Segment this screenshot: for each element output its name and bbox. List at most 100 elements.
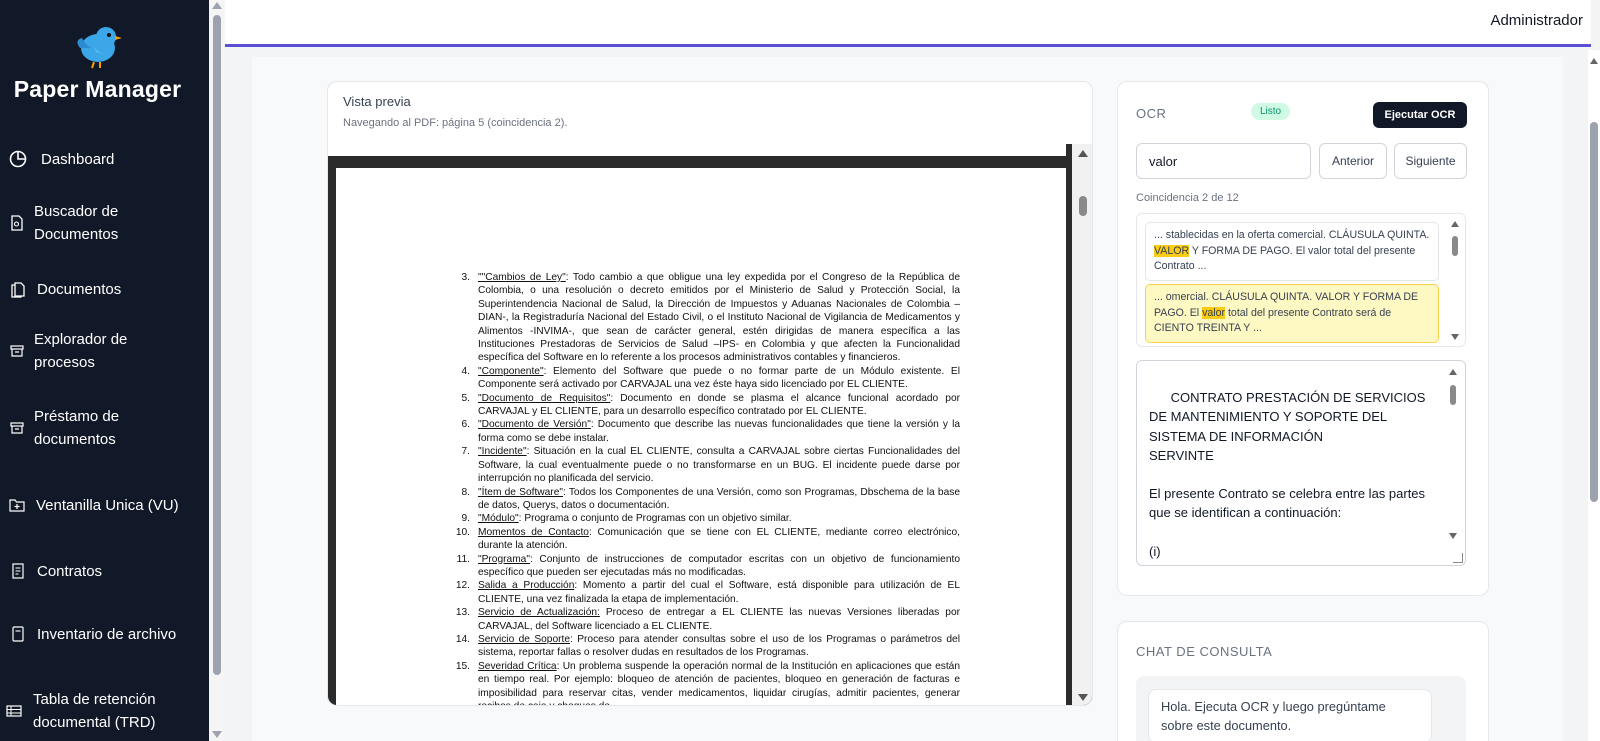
sidebar-item-label: Documentos [37, 280, 122, 298]
status-badge: Listo [1251, 103, 1291, 120]
document-definition-item: 4. "Componente": Elemento del Software qu… [450, 365, 961, 392]
preview-card: Vista previa Navegando al PDF: página 5 … [327, 81, 1093, 706]
previous-match-button[interactable]: Anterior [1319, 143, 1387, 179]
item-text: Salida a Producción: Momento a partir de… [478, 579, 960, 606]
pdf-viewer[interactable]: 3. ""Cambios de Ley": Todo cambio a que o… [328, 144, 1092, 705]
item-number: 14. [455, 633, 470, 645]
text-scroll-thumb[interactable] [1450, 385, 1456, 405]
top-bar: Administrador [225, 0, 1591, 47]
archive-icon [8, 419, 26, 437]
sidebar-item-dashboard[interactable]: Dashboard [0, 146, 200, 172]
scroll-up-icon[interactable] [212, 2, 222, 9]
ocr-text-content: CONTRATO PRESTACIÓN DE SERVICIOS DE MANT… [1149, 390, 1426, 559]
scroll-down-icon[interactable] [1451, 334, 1459, 340]
item-term: Servicio de Soporte [478, 633, 571, 645]
run-ocr-button[interactable]: Ejecutar OCR [1373, 102, 1467, 128]
next-match-button[interactable]: Siguiente [1394, 143, 1467, 179]
item-term: "Programa" [478, 553, 530, 565]
item-text: "Ítem de Software": Todos los Componente… [478, 486, 960, 513]
search-result-item[interactable]: ... stablecidas en la oferta comercial. … [1145, 222, 1439, 281]
search-results-list: ... stablecidas en la oferta comercial. … [1136, 213, 1466, 347]
pdf-page: 3. ""Cambios de Ley": Todo cambio a que o… [336, 168, 1066, 705]
item-number: 8. [461, 486, 471, 498]
contract-icon [9, 562, 27, 580]
item-definition: : Elemento del Software que puede o no f… [478, 365, 960, 391]
sidebar-item-contratos[interactable]: Contratos [0, 558, 200, 584]
sidebar-item-label: Dashboard [41, 150, 115, 168]
pdf-page-text: 3. ""Cambios de Ley": Todo cambio a que o… [450, 271, 961, 705]
result-match-highlight: VALOR [1154, 244, 1190, 257]
sidebar-item-trd[interactable]: Tabla de retención documental (TRD) [0, 688, 200, 734]
item-number: 11. [456, 553, 470, 565]
item-term: "Documento de Versión" [478, 419, 591, 431]
inventory-icon [9, 625, 27, 643]
item-term: "Incidente" [478, 446, 527, 458]
folder-plus-icon [8, 496, 26, 514]
scroll-up-icon[interactable] [1590, 58, 1598, 64]
sidebar-item-inventario[interactable]: Inventario de archivo [0, 611, 200, 657]
document-definition-item: 3. ""Cambios de Ley": Todo cambio a que o… [450, 271, 961, 365]
page-scrollbar[interactable] [1588, 50, 1600, 741]
sidebar-item-buscador[interactable]: Buscador de Documentos [0, 200, 200, 246]
pdf-scrollbar[interactable] [1072, 144, 1092, 705]
ocr-panel: OCR Listo Ejecutar OCR Anterior Siguient… [1117, 81, 1489, 596]
sidebar-scrollbar[interactable] [209, 0, 225, 741]
scroll-down-icon[interactable] [1078, 694, 1088, 701]
item-number: 7. [461, 446, 471, 458]
document-definition-item: 14. Servicio de Soporte: Proceso para ate… [450, 633, 960, 660]
sidebar-item-explorador[interactable]: Explorador de procesos [0, 328, 200, 374]
item-term: Severidad Crítica [478, 660, 557, 672]
item-text: "Componente": Elemento del Software que … [478, 365, 960, 392]
chat-message: Hola. Ejecuta OCR y luego pregúntame sob… [1148, 689, 1432, 741]
sidebar-scroll-thumb[interactable] [213, 15, 221, 675]
document-definition-item: 9. "Módulo": Programa o conjunto de Progr… [450, 512, 960, 525]
user-menu[interactable]: Administrador [1490, 12, 1583, 29]
bird-logo-icon [76, 27, 122, 69]
app-title: Paper Manager [13, 76, 182, 102]
sidebar-item-documentos[interactable]: Documentos [0, 276, 200, 302]
item-text: "Módulo": Programa o conjunto de Program… [478, 512, 960, 525]
sidebar-item-label: Explorador de procesos [34, 331, 128, 371]
item-text: Servicio de Soporte: Proceso para atende… [478, 633, 960, 660]
item-term: "Ítem de Software" [478, 486, 563, 498]
item-text: Servicio de Actualización: Proceso de en… [478, 606, 960, 633]
item-number: 6. [461, 419, 471, 431]
item-term: "Módulo" [478, 513, 519, 525]
result-context-after: Y FORMA DE PAGO. El valor total del pres… [1154, 244, 1416, 273]
item-text: "Documento de Requisitos": Documento en … [478, 392, 960, 419]
match-counter: Coincidencia 2 de 12 [1136, 192, 1239, 204]
item-number: 5. [461, 392, 471, 404]
app-root: Paper Manager Dashboard Buscador de Docu… [0, 0, 1600, 741]
document-definition-item: 13. Servicio de Actualización: Proceso de… [450, 606, 960, 633]
search-result-item-active[interactable]: ... omercial. CLÁUSULA QUINTA. VALOR Y F… [1145, 284, 1439, 343]
item-definition: : Programa o conjunto de Programas con u… [518, 513, 792, 525]
scroll-up-icon[interactable] [1078, 150, 1088, 157]
scroll-up-icon[interactable] [1449, 369, 1457, 375]
sidebar: Paper Manager Dashboard Buscador de Docu… [0, 0, 209, 741]
item-term: Servicio de Actualización: [478, 607, 600, 619]
ocr-text-area[interactable]: CONTRATO PRESTACIÓN DE SERVICIOS DE MANT… [1136, 360, 1466, 566]
item-text: ""Cambios de Ley": Todo cambio a que obl… [478, 271, 960, 365]
search-input[interactable] [1136, 143, 1311, 179]
scroll-up-icon[interactable] [1451, 221, 1459, 227]
sidebar-item-prestamo[interactable]: Préstamo de documentos [0, 405, 200, 451]
resize-handle-icon[interactable] [1453, 553, 1463, 563]
pdf-previous-page-edge [328, 144, 1066, 156]
scroll-down-icon[interactable] [212, 731, 222, 738]
chat-messages: Hola. Ejecuta OCR y luego pregúntame sob… [1136, 676, 1466, 741]
sidebar-item-label: Contratos [37, 562, 103, 580]
sidebar-item-ventanilla[interactable]: Ventanilla Unica (VU) [0, 482, 200, 528]
item-term: "Componente" [478, 365, 544, 377]
chat-title: CHAT DE CONSULTA [1136, 644, 1273, 659]
results-scroll-thumb[interactable] [1452, 236, 1458, 256]
page-scroll-thumb[interactable] [1590, 122, 1598, 502]
result-context-before: ... stablecidas en la oferta comercial. … [1154, 229, 1430, 241]
pdf-scroll-thumb[interactable] [1079, 196, 1087, 216]
item-number: 15. [455, 660, 470, 672]
document-definition-item: 11. "Programa": Conjunto de instrucciones… [450, 553, 960, 580]
item-term: Salida a Producción [478, 580, 575, 592]
ocr-title: OCR [1136, 106, 1167, 121]
document-definition-item: 12. Salida a Producción: Momento a partir… [450, 579, 960, 606]
item-number: 4. [461, 365, 471, 377]
scroll-down-icon[interactable] [1449, 533, 1457, 539]
